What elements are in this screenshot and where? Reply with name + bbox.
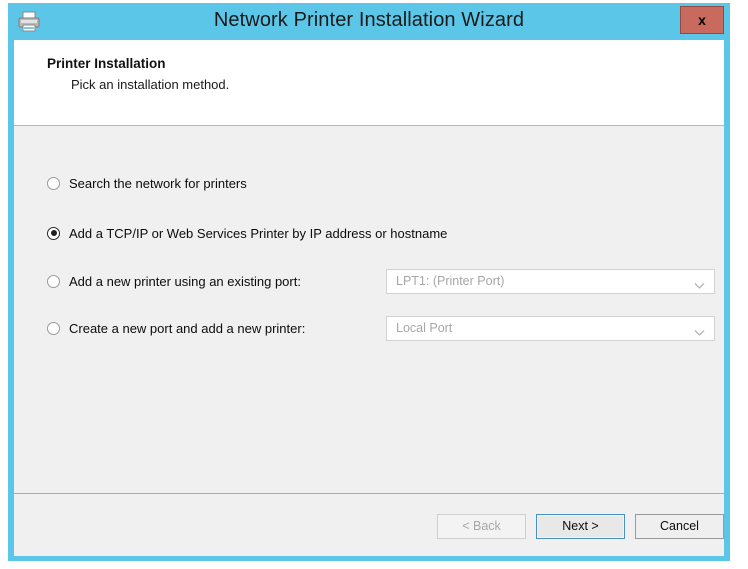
- chevron-down-icon: [694, 324, 705, 332]
- radio-search-network[interactable]: [47, 177, 60, 190]
- page-title: Printer Installation: [47, 56, 166, 71]
- next-button[interactable]: Next >: [536, 514, 625, 539]
- client-area: Printer Installation Pick an installatio…: [14, 40, 724, 556]
- option-existing-port[interactable]: Add a new printer using an existing port…: [47, 270, 301, 292]
- option-add-tcpip[interactable]: Add a TCP/IP or Web Services Printer by …: [47, 222, 447, 244]
- radio-new-port[interactable]: [47, 322, 60, 335]
- new-port-value: Local Port: [396, 321, 452, 335]
- option-new-port[interactable]: Create a new port and add a new printer:: [47, 317, 305, 339]
- option-label: Add a TCP/IP or Web Services Printer by …: [69, 226, 447, 241]
- chevron-down-icon: [694, 277, 705, 285]
- options-area: Search the network for printers Add a TC…: [14, 127, 724, 507]
- existing-port-value: LPT1: (Printer Port): [396, 274, 504, 288]
- radio-existing-port[interactable]: [47, 275, 60, 288]
- page-subtitle: Pick an installation method.: [71, 77, 229, 92]
- existing-port-dropdown[interactable]: LPT1: (Printer Port): [386, 269, 715, 294]
- back-button[interactable]: < Back: [437, 514, 526, 539]
- page-header: Printer Installation Pick an installatio…: [14, 40, 724, 126]
- cancel-button[interactable]: Cancel: [635, 514, 724, 539]
- radio-add-tcpip[interactable]: [47, 227, 60, 240]
- option-search-network[interactable]: Search the network for printers: [47, 172, 247, 194]
- window-title: Network Printer Installation Wizard: [8, 9, 730, 32]
- title-bar: Network Printer Installation Wizard x: [8, 3, 730, 40]
- wizard-window: Network Printer Installation Wizard x Pr…: [8, 3, 730, 561]
- option-label: Search the network for printers: [69, 176, 247, 191]
- new-port-dropdown[interactable]: Local Port: [386, 316, 715, 341]
- option-label: Create a new port and add a new printer:: [69, 321, 305, 336]
- button-bar: < Back Next > Cancel: [14, 493, 724, 556]
- option-label: Add a new printer using an existing port…: [69, 274, 301, 289]
- close-icon[interactable]: x: [680, 6, 724, 34]
